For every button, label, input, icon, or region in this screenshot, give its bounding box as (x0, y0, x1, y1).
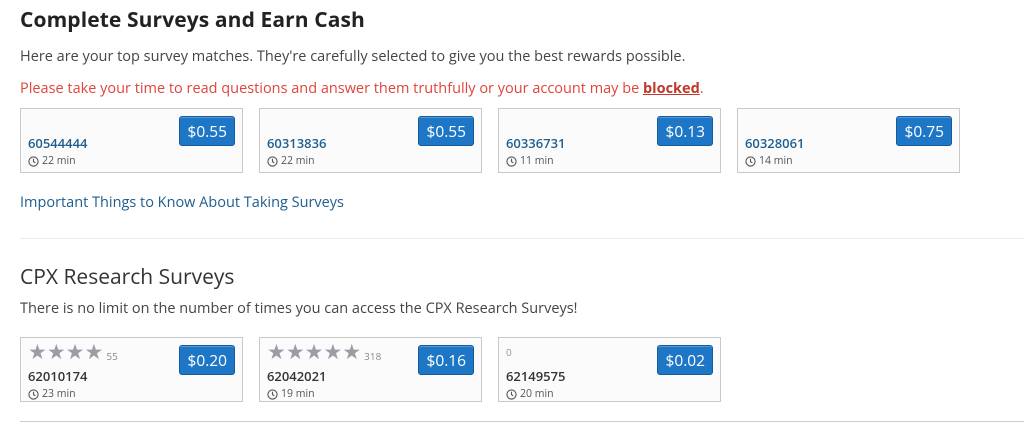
payout-button[interactable]: $0.20 (179, 345, 235, 375)
page-title: Complete Surveys and Earn Cash (20, 6, 365, 34)
duration-text: 19 min (281, 387, 315, 401)
section-divider (20, 238, 1024, 239)
star-icon: ★ (46, 338, 66, 366)
survey-duration: 23 min (28, 387, 76, 401)
survey-duration: 22 min (28, 154, 76, 168)
star-icon: ★ (323, 338, 343, 366)
clock-icon (506, 155, 517, 167)
survey-card[interactable]: 60313836 22 min $0.55 (259, 108, 482, 173)
section-divider (20, 421, 1024, 422)
warning-end: . (699, 79, 704, 98)
star-rating: ★ ★ ★ ★ ★ 318 (267, 342, 381, 363)
clock-icon (745, 155, 756, 167)
survey-id[interactable]: 62042021 (267, 367, 326, 385)
survey-duration: 19 min (267, 387, 315, 401)
payout-button[interactable]: $0.02 (657, 345, 713, 375)
clock-icon (28, 388, 39, 400)
survey-card[interactable]: 60328061 14 min $0.75 (737, 108, 960, 173)
survey-card[interactable]: 60336731 11 min $0.13 (498, 108, 721, 173)
clock-icon (267, 155, 278, 167)
rating-count: 55 (106, 348, 118, 363)
star-icon: ★ (65, 338, 85, 366)
rating-count: 318 (364, 348, 382, 363)
survey-duration: 14 min (745, 154, 793, 168)
warning-message: Please take your time to read questions … (20, 79, 643, 98)
payout-button[interactable]: $0.55 (179, 116, 235, 146)
cpx-survey-card[interactable]: 0 62149575 20 min $0.02 (498, 337, 721, 402)
duration-text: 11 min (520, 154, 554, 168)
survey-id[interactable]: 60544444 (28, 134, 87, 152)
duration-text: 20 min (520, 387, 554, 401)
warning-text: Please take your time to read questions … (20, 79, 704, 98)
cpx-survey-card[interactable]: ★ ★ ★ ★ ★ 318 62042021 19 min $0.16 (259, 337, 482, 402)
star-icon: ★ (84, 338, 104, 366)
star-rating: ★ ★ ★ ★ 55 (28, 342, 118, 363)
survey-id[interactable]: 60328061 (745, 134, 804, 152)
duration-text: 14 min (759, 154, 793, 168)
clock-icon (506, 388, 517, 400)
cpx-survey-card[interactable]: ★ ★ ★ ★ 55 62010174 23 min $0.20 (20, 337, 243, 402)
star-icon: ★ (304, 338, 324, 366)
survey-id[interactable]: 60313836 (267, 134, 326, 152)
survey-duration: 20 min (506, 387, 554, 401)
duration-text: 23 min (42, 387, 76, 401)
clock-icon (267, 388, 278, 400)
cpx-section-title: CPX Research Surveys (20, 263, 235, 291)
survey-id[interactable]: 62010174 (28, 367, 87, 385)
survey-card[interactable]: 60544444 22 min $0.55 (20, 108, 243, 173)
duration-text: 22 min (281, 154, 315, 168)
star-icon: ★ (285, 338, 305, 366)
payout-button[interactable]: $0.55 (418, 116, 474, 146)
survey-duration: 11 min (506, 154, 554, 168)
rating-count: 0 (506, 345, 512, 359)
star-icon: ★ (28, 338, 47, 366)
payout-button[interactable]: $0.13 (657, 116, 713, 146)
star-icon: ★ (342, 338, 362, 366)
intro-text: Here are your top survey matches. They'r… (20, 47, 686, 66)
star-icon: ★ (267, 338, 286, 366)
clock-icon (28, 155, 39, 167)
survey-id[interactable]: 62149575 (506, 367, 565, 385)
duration-text: 22 min (42, 154, 76, 168)
survey-id[interactable]: 60336731 (506, 134, 565, 152)
payout-button[interactable]: $0.75 (896, 116, 952, 146)
blocked-link[interactable]: blocked (643, 79, 700, 98)
cpx-description: There is no limit on the number of times… (20, 299, 578, 318)
survey-duration: 22 min (267, 154, 315, 168)
important-things-link[interactable]: Important Things to Know About Taking Su… (20, 193, 344, 212)
payout-button[interactable]: $0.16 (418, 345, 474, 375)
